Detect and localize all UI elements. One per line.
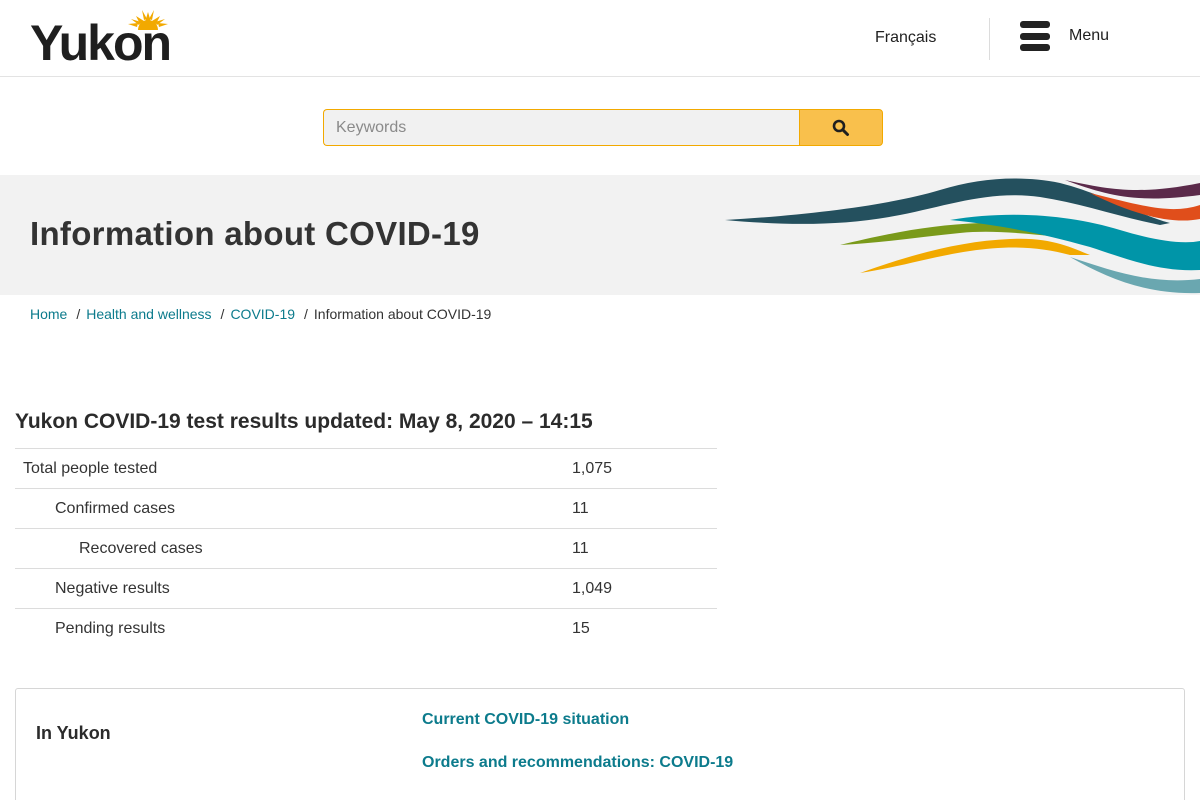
row-value: 15: [572, 619, 590, 637]
search-bar: [0, 78, 1200, 175]
row-value: 11: [572, 499, 589, 517]
breadcrumb-separator: /: [76, 306, 81, 322]
breadcrumb-covid-19[interactable]: COVID-19: [230, 306, 295, 322]
row-value: 11: [572, 539, 589, 557]
header-divider: [989, 18, 990, 60]
page-banner: Information about COVID-19: [0, 175, 1200, 295]
menu-label: Menu: [1069, 27, 1110, 44]
table-row: Total people tested 1,075: [15, 448, 717, 489]
yukon-logo[interactable]: Yukon: [30, 6, 190, 71]
in-yukon-links-box: In Yukon Current COVID-19 situation Orde…: [15, 688, 1185, 800]
row-label: Confirmed cases: [55, 499, 176, 517]
row-label: Recovered cases: [79, 539, 203, 557]
row-value: 1,049: [572, 579, 613, 597]
row-label: Total people tested: [23, 459, 158, 477]
link-orders-recommendations[interactable]: Orders and recommendations: COVID-19: [422, 754, 733, 772]
search-input[interactable]: [323, 109, 799, 146]
breadcrumb: Home / Health and wellness / COVID-19 / …: [30, 306, 491, 322]
site-header: Yukon Français Menu: [0, 0, 1200, 77]
breadcrumb-separator: /: [220, 306, 225, 322]
box-label: In Yukon: [36, 723, 111, 743]
results-heading: Yukon COVID-19 test results updated: May…: [15, 410, 593, 433]
breadcrumb-separator: /: [304, 306, 308, 322]
results-table: Total people tested 1,075 Confirmed case…: [15, 448, 717, 649]
page-title: Information about COVID-19: [30, 215, 480, 252]
table-row: Pending results 15: [15, 608, 717, 649]
table-row: Confirmed cases 11: [15, 488, 717, 529]
logo-text: Yukon: [30, 15, 172, 71]
search-button[interactable]: [799, 109, 883, 146]
hamburger-menu-icon: [1020, 21, 1050, 51]
link-current-situation[interactable]: Current COVID-19 situation: [422, 711, 629, 729]
menu-button[interactable]: Menu: [1020, 18, 1130, 54]
table-row: Negative results 1,049: [15, 568, 717, 609]
breadcrumb-health-and-wellness[interactable]: Health and wellness: [86, 306, 211, 322]
row-value: 1,075: [572, 459, 613, 477]
decorative-waves: [725, 178, 1200, 294]
search-icon: [832, 119, 849, 136]
breadcrumb-current: Information about COVID-19: [313, 306, 492, 322]
language-toggle-link[interactable]: Français: [875, 29, 936, 47]
row-label: Pending results: [55, 619, 166, 637]
table-row: Recovered cases 11: [15, 528, 717, 569]
row-label: Negative results: [55, 579, 170, 597]
breadcrumb-home[interactable]: Home: [30, 306, 67, 322]
